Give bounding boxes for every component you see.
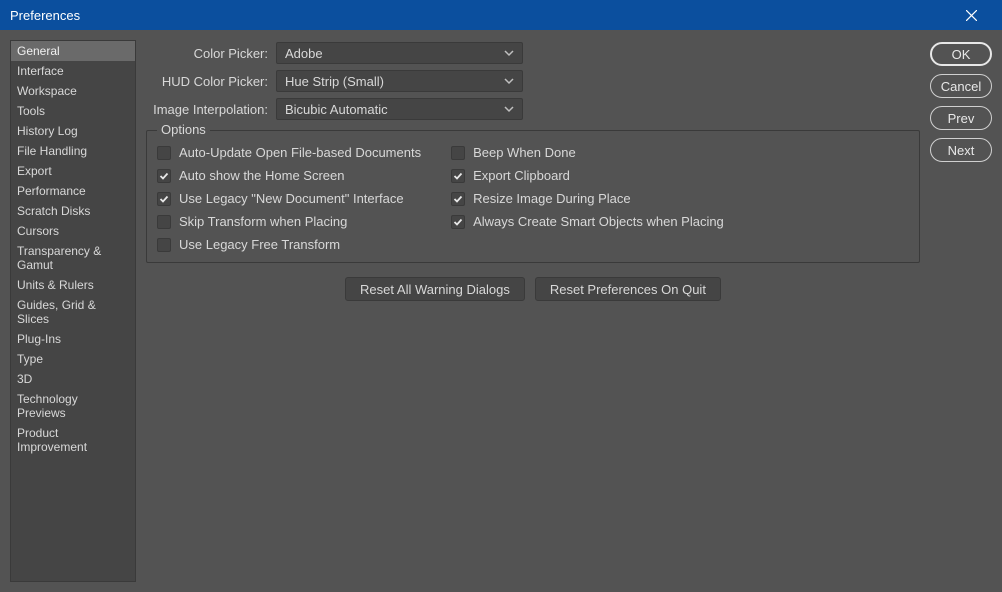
window-title: Preferences bbox=[10, 8, 948, 23]
sidebar-item-export[interactable]: Export bbox=[11, 161, 135, 181]
sidebar-item-3d[interactable]: 3D bbox=[11, 369, 135, 389]
option-right-2[interactable]: Resize Image During Place bbox=[451, 191, 724, 206]
ok-button[interactable]: OK bbox=[930, 42, 992, 66]
option-label: Auto show the Home Screen bbox=[179, 168, 344, 183]
chevron-down-icon bbox=[504, 48, 514, 58]
option-label: Always Create Smart Objects when Placing bbox=[473, 214, 724, 229]
sidebar-item-performance[interactable]: Performance bbox=[11, 181, 135, 201]
option-label: Export Clipboard bbox=[473, 168, 570, 183]
sidebar-item-interface[interactable]: Interface bbox=[11, 61, 135, 81]
dropdown-image-interpolation-value: Bicubic Automatic bbox=[285, 102, 504, 117]
option-right-1[interactable]: Export Clipboard bbox=[451, 168, 724, 183]
next-button[interactable]: Next bbox=[930, 138, 992, 162]
dropdown-color-picker-value: Adobe bbox=[285, 46, 504, 61]
sidebar-item-product-improvement[interactable]: Product Improvement bbox=[11, 423, 135, 457]
checkbox[interactable] bbox=[451, 215, 465, 229]
sidebar-item-units-rulers[interactable]: Units & Rulers bbox=[11, 275, 135, 295]
sidebar-item-type[interactable]: Type bbox=[11, 349, 135, 369]
sidebar-item-plug-ins[interactable]: Plug-Ins bbox=[11, 329, 135, 349]
main-panel: Color Picker: Adobe HUD Color Picker: Hu… bbox=[146, 40, 920, 582]
sidebar-item-transparency-gamut[interactable]: Transparency & Gamut bbox=[11, 241, 135, 275]
action-buttons: OK Cancel Prev Next bbox=[930, 40, 992, 582]
dropdown-hud-color-picker-value: Hue Strip (Small) bbox=[285, 74, 504, 89]
sidebar: GeneralInterfaceWorkspaceToolsHistory Lo… bbox=[10, 40, 136, 582]
sidebar-item-guides-grid-slices[interactable]: Guides, Grid & Slices bbox=[11, 295, 135, 329]
options-fieldset: Options Auto-Update Open File-based Docu… bbox=[146, 130, 920, 263]
label-color-picker: Color Picker: bbox=[146, 46, 268, 61]
sidebar-item-scratch-disks[interactable]: Scratch Disks bbox=[11, 201, 135, 221]
row-hud-color-picker: HUD Color Picker: Hue Strip (Small) bbox=[146, 70, 920, 92]
checkbox[interactable] bbox=[157, 192, 171, 206]
dropdown-color-picker[interactable]: Adobe bbox=[276, 42, 523, 64]
option-left-1[interactable]: Auto show the Home Screen bbox=[157, 168, 421, 183]
sidebar-item-file-handling[interactable]: File Handling bbox=[11, 141, 135, 161]
label-hud-color-picker: HUD Color Picker: bbox=[146, 74, 268, 89]
checkbox[interactable] bbox=[157, 146, 171, 160]
option-left-3[interactable]: Skip Transform when Placing bbox=[157, 214, 421, 229]
row-color-picker: Color Picker: Adobe bbox=[146, 42, 920, 64]
chevron-down-icon bbox=[504, 104, 514, 114]
option-label: Beep When Done bbox=[473, 145, 576, 160]
titlebar: Preferences bbox=[0, 0, 1002, 30]
reset-buttons-row: Reset All Warning Dialogs Reset Preferen… bbox=[146, 277, 920, 301]
form-rows: Color Picker: Adobe HUD Color Picker: Hu… bbox=[146, 40, 920, 120]
checkbox[interactable] bbox=[451, 146, 465, 160]
reset-warnings-button[interactable]: Reset All Warning Dialogs bbox=[345, 277, 525, 301]
dialog-body: GeneralInterfaceWorkspaceToolsHistory Lo… bbox=[0, 30, 1002, 592]
reset-prefs-button[interactable]: Reset Preferences On Quit bbox=[535, 277, 721, 301]
sidebar-item-tools[interactable]: Tools bbox=[11, 101, 135, 121]
option-label: Use Legacy Free Transform bbox=[179, 237, 340, 252]
close-button[interactable] bbox=[948, 0, 994, 30]
option-label: Use Legacy "New Document" Interface bbox=[179, 191, 404, 206]
option-label: Resize Image During Place bbox=[473, 191, 631, 206]
option-right-0[interactable]: Beep When Done bbox=[451, 145, 724, 160]
row-image-interpolation: Image Interpolation: Bicubic Automatic bbox=[146, 98, 920, 120]
sidebar-item-history-log[interactable]: History Log bbox=[11, 121, 135, 141]
sidebar-item-cursors[interactable]: Cursors bbox=[11, 221, 135, 241]
checkbox[interactable] bbox=[451, 192, 465, 206]
option-left-4[interactable]: Use Legacy Free Transform bbox=[157, 237, 421, 252]
options-legend: Options bbox=[157, 122, 210, 137]
sidebar-item-workspace[interactable]: Workspace bbox=[11, 81, 135, 101]
dropdown-hud-color-picker[interactable]: Hue Strip (Small) bbox=[276, 70, 523, 92]
options-col-right: Beep When Done Export Clipboard Resize Ima… bbox=[451, 145, 724, 252]
option-left-2[interactable]: Use Legacy "New Document" Interface bbox=[157, 191, 421, 206]
label-image-interpolation: Image Interpolation: bbox=[146, 102, 268, 117]
dropdown-image-interpolation[interactable]: Bicubic Automatic bbox=[276, 98, 523, 120]
checkbox[interactable] bbox=[157, 215, 171, 229]
cancel-button[interactable]: Cancel bbox=[930, 74, 992, 98]
checkbox[interactable] bbox=[451, 169, 465, 183]
option-label: Skip Transform when Placing bbox=[179, 214, 347, 229]
options-col-left: Auto-Update Open File-based Documents Aut… bbox=[157, 145, 421, 252]
option-label: Auto-Update Open File-based Documents bbox=[179, 145, 421, 160]
chevron-down-icon bbox=[504, 76, 514, 86]
option-right-3[interactable]: Always Create Smart Objects when Placing bbox=[451, 214, 724, 229]
sidebar-item-technology-previews[interactable]: Technology Previews bbox=[11, 389, 135, 423]
options-grid: Auto-Update Open File-based Documents Aut… bbox=[157, 145, 909, 252]
option-left-0[interactable]: Auto-Update Open File-based Documents bbox=[157, 145, 421, 160]
checkbox[interactable] bbox=[157, 169, 171, 183]
checkbox[interactable] bbox=[157, 238, 171, 252]
close-icon bbox=[966, 10, 977, 21]
prev-button[interactable]: Prev bbox=[930, 106, 992, 130]
sidebar-item-general[interactable]: General bbox=[11, 41, 135, 61]
